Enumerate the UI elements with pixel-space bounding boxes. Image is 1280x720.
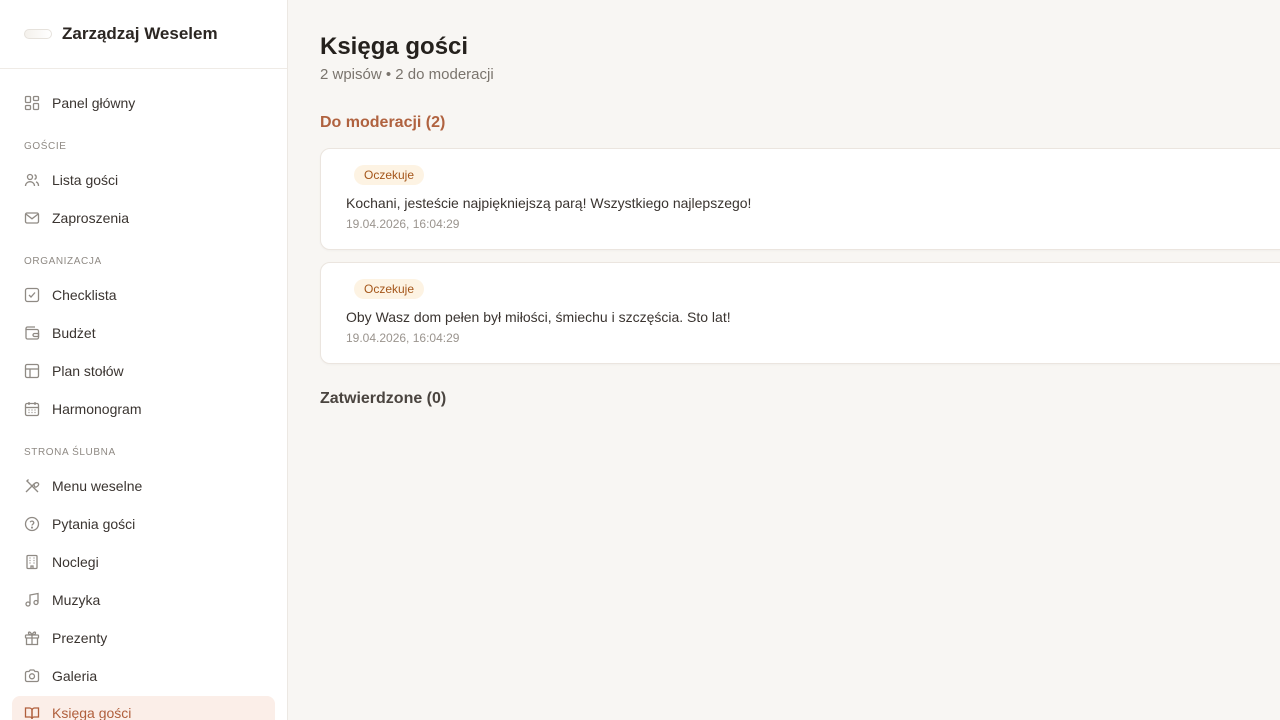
entry-timestamp: 19.04.2026, 16:04:29 xyxy=(346,217,460,231)
sidebar-item-invitations[interactable]: Zaproszenia xyxy=(12,201,275,235)
logo xyxy=(24,29,52,39)
help-circle-icon xyxy=(24,516,40,532)
brand-title: Zarządzaj Weselem xyxy=(62,24,218,43)
status-badge: Oczekuje xyxy=(354,279,425,299)
sidebar-item-label: Menu weselne xyxy=(52,478,143,494)
building-icon xyxy=(24,554,40,570)
sidebar-item-label: Plan stołów xyxy=(52,363,124,379)
sidebar-item-checklist[interactable]: Checklista xyxy=(12,278,275,312)
sidebar-item-label: Zaproszenia xyxy=(52,210,130,226)
sidebar-item-questions[interactable]: Pytania gości xyxy=(12,507,275,541)
sidebar-item-label: Panel główny xyxy=(52,95,136,111)
sidebar-item-guestbook[interactable]: Księga gości xyxy=(12,696,275,720)
utensils-icon xyxy=(24,478,40,494)
wallet-icon xyxy=(24,325,40,341)
pending-section-heading: Do moderacji (2) xyxy=(320,114,446,131)
sidebar-item-menu[interactable]: Menu weselne xyxy=(12,469,275,503)
sidebar-item-label: Księga gości xyxy=(52,705,132,720)
sidebar-item-guest-list[interactable]: Lista gości xyxy=(12,163,275,197)
sidebar-item-gallery[interactable]: Galeria xyxy=(12,659,275,693)
sidebar-item-gifts[interactable]: Prezenty xyxy=(12,621,275,655)
sidebar-item-budget[interactable]: Budżet xyxy=(12,316,275,350)
calendar-icon xyxy=(24,401,40,417)
page-subtitle: 2 wpisów • 2 do moderacji xyxy=(320,66,494,83)
sidebar: Zarządzaj Weselem Panel główny GOŚCIE Li… xyxy=(0,0,288,720)
sidebar-item-label: Galeria xyxy=(52,668,98,684)
main-content: Księga gości 2 wpisów • 2 do moderacji D… xyxy=(320,0,1280,720)
sidebar-item-seating[interactable]: Plan stołów xyxy=(12,354,275,388)
entry-timestamp: 19.04.2026, 16:04:29 xyxy=(346,331,460,345)
music-icon xyxy=(24,592,40,608)
sidebar-item-label: Muzyka xyxy=(52,592,101,608)
approved-section-heading: Zatwierdzone (0) xyxy=(320,390,447,407)
entry-message: Kochani, jesteście najpiękniejszą parą! … xyxy=(346,195,752,211)
section-label-organization: ORGANIZACJA xyxy=(24,256,102,267)
sidebar-item-lodging[interactable]: Noclegi xyxy=(12,545,275,579)
sidebar-item-label: Lista gości xyxy=(52,172,119,188)
book-open-icon xyxy=(24,705,40,720)
status-badge: Oczekuje xyxy=(354,165,425,185)
gift-icon xyxy=(24,630,40,646)
brand[interactable]: Zarządzaj Weselem xyxy=(0,0,287,69)
sidebar-item-label: Checklista xyxy=(52,287,117,303)
table-layout-icon xyxy=(24,363,40,379)
checkbox-icon xyxy=(24,287,40,303)
guestbook-entry-card[interactable]: Oczekuje Oby Wasz dom pełen był miłości,… xyxy=(320,262,1280,364)
section-label-website: STRONA ŚLUBNA xyxy=(24,447,116,458)
sidebar-item-schedule[interactable]: Harmonogram xyxy=(12,392,275,426)
sidebar-item-label: Prezenty xyxy=(52,630,108,646)
entry-message: Oby Wasz dom pełen był miłości, śmiechu … xyxy=(346,309,731,325)
sidebar-item-dashboard[interactable]: Panel główny xyxy=(12,86,275,120)
section-label-guests: GOŚCIE xyxy=(24,141,67,152)
sidebar-item-label: Budżet xyxy=(52,325,96,341)
sidebar-item-music[interactable]: Muzyka xyxy=(12,583,275,617)
sidebar-item-label: Harmonogram xyxy=(52,401,142,417)
dashboard-icon xyxy=(24,95,40,111)
guestbook-entry-card[interactable]: Oczekuje Kochani, jesteście najpiękniejs… xyxy=(320,148,1280,250)
camera-icon xyxy=(24,668,40,684)
sidebar-item-label: Pytania gości xyxy=(52,516,136,532)
page-title: Księga gości xyxy=(320,33,469,60)
users-icon xyxy=(24,172,40,188)
mail-icon xyxy=(24,210,40,226)
sidebar-item-label: Noclegi xyxy=(52,554,99,570)
